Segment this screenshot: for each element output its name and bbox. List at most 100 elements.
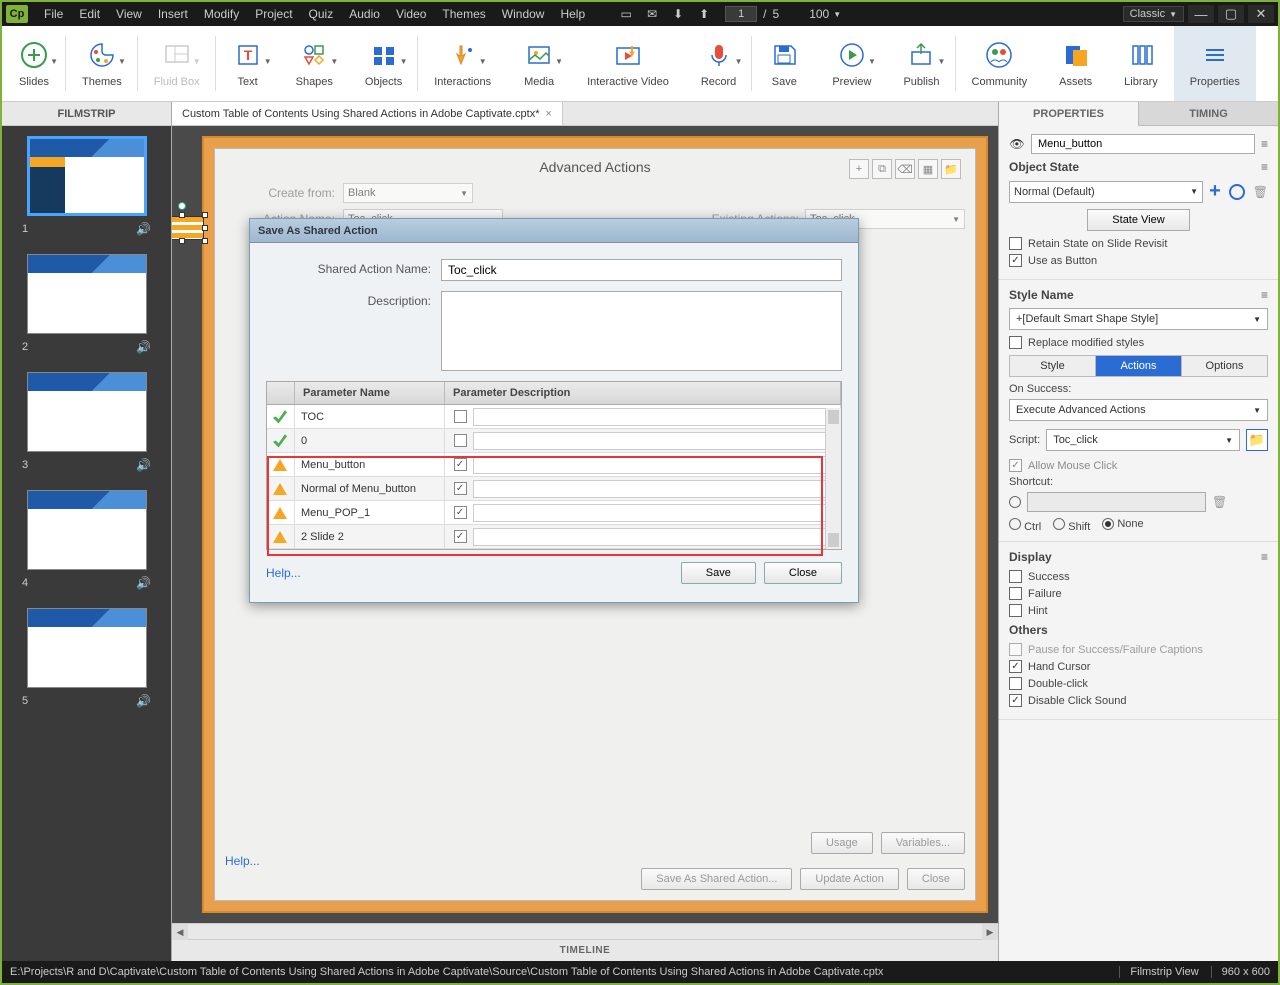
- usage-button[interactable]: Usage: [811, 832, 873, 854]
- param-desc-checkbox[interactable]: ✓: [454, 530, 467, 543]
- param-desc-checkbox[interactable]: ✓: [454, 506, 467, 519]
- menu-modify[interactable]: Modify: [196, 7, 247, 21]
- param-desc-input[interactable]: [473, 408, 834, 426]
- slide-thumb-2[interactable]: 2🔊: [8, 254, 165, 354]
- close-button[interactable]: ✕: [1248, 5, 1274, 23]
- visibility-icon[interactable]: 👁: [1009, 136, 1025, 152]
- shortcut-radio[interactable]: [1009, 496, 1021, 508]
- param-row[interactable]: Menu_button✓: [267, 453, 841, 477]
- shared-help-link[interactable]: Help...: [266, 566, 301, 580]
- section-menu-icon[interactable]: ≡: [1261, 288, 1268, 302]
- param-row[interactable]: 2 Slide 2✓: [267, 525, 841, 549]
- menu-quiz[interactable]: Quiz: [301, 7, 342, 21]
- ribbon-interactions[interactable]: ▼Interactions: [418, 26, 507, 101]
- ribbon-record[interactable]: ▼Record: [685, 26, 752, 101]
- adv-dup-icon[interactable]: ⧉: [872, 159, 892, 179]
- state-view-button[interactable]: State View: [1087, 209, 1189, 231]
- param-row[interactable]: Menu_POP_1✓: [267, 501, 841, 525]
- ribbon-library[interactable]: Library: [1108, 26, 1174, 101]
- state-select[interactable]: Normal (Default)▼: [1009, 181, 1203, 203]
- ribbon-shapes[interactable]: ▼Shapes: [280, 26, 349, 101]
- menu-project[interactable]: Project: [247, 7, 300, 21]
- param-desc-cell[interactable]: ✓: [445, 501, 841, 524]
- menu-edit[interactable]: Edit: [71, 7, 108, 21]
- adv-folder-icon[interactable]: 📁: [941, 159, 961, 179]
- success-checkbox[interactable]: [1009, 570, 1022, 583]
- adv-add-icon[interactable]: +: [849, 159, 869, 179]
- menu-audio[interactable]: Audio: [341, 7, 388, 21]
- param-desc-checkbox[interactable]: ✓: [454, 482, 467, 495]
- section-menu-icon[interactable]: ≡: [1261, 160, 1268, 174]
- style-select[interactable]: +[Default Smart Shape Style]▼: [1009, 308, 1268, 330]
- actions-subtab[interactable]: Actions: [1096, 356, 1182, 376]
- param-row[interactable]: 0: [267, 429, 841, 453]
- ribbon-preview[interactable]: ▼Preview: [816, 26, 887, 101]
- menu-video[interactable]: Video: [388, 7, 434, 21]
- menu-window[interactable]: Window: [494, 7, 553, 21]
- replace-styles-checkbox[interactable]: [1009, 336, 1022, 349]
- options-subtab[interactable]: Options: [1182, 356, 1267, 376]
- menu-help[interactable]: Help: [552, 7, 593, 21]
- rotate-handle[interactable]: [178, 202, 186, 210]
- shortcut-input[interactable]: [1027, 492, 1206, 512]
- create-from-select[interactable]: Blank▼: [343, 183, 473, 203]
- ribbon-themes[interactable]: ▼Themes: [66, 26, 138, 101]
- save-as-shared-button[interactable]: Save As Shared Action...: [641, 868, 792, 890]
- double-click-checkbox[interactable]: [1009, 677, 1022, 690]
- menu-view[interactable]: View: [108, 7, 150, 21]
- filmstrip-body[interactable]: 1🔊 2🔊 3🔊 4🔊 5🔊: [2, 126, 171, 961]
- slide-canvas[interactable]: Advanced Actions + ⧉ ⌫ ▦ 📁 Create from:B…: [202, 136, 988, 913]
- upload-icon[interactable]: ⬆: [693, 5, 715, 23]
- param-desc-checkbox[interactable]: [454, 434, 467, 447]
- param-desc-cell[interactable]: ✓: [445, 477, 841, 500]
- param-desc-checkbox[interactable]: ✓: [454, 458, 467, 471]
- stage[interactable]: Advanced Actions + ⧉ ⌫ ▦ 📁 Create from:B…: [172, 126, 998, 923]
- ctrl-radio[interactable]: Ctrl: [1009, 518, 1041, 533]
- ribbon-interactive-video[interactable]: Interactive Video: [571, 26, 685, 101]
- reset-state-icon[interactable]: [1229, 184, 1245, 200]
- ribbon-community[interactable]: Community: [956, 26, 1044, 101]
- ribbon-text[interactable]: T▼Text: [216, 26, 280, 101]
- param-desc-cell[interactable]: [445, 405, 841, 428]
- shift-radio[interactable]: Shift: [1053, 518, 1090, 533]
- ribbon-properties[interactable]: Properties: [1174, 26, 1256, 101]
- properties-tab[interactable]: PROPERTIES: [999, 102, 1139, 126]
- adv-grid-icon[interactable]: ▦: [918, 159, 938, 179]
- script-select[interactable]: Toc_click▼: [1046, 429, 1240, 451]
- disable-sound-checkbox[interactable]: [1009, 694, 1022, 707]
- param-desc-cell[interactable]: ✓: [445, 453, 841, 476]
- param-desc-input[interactable]: [473, 480, 834, 498]
- hand-cursor-checkbox[interactable]: [1009, 660, 1022, 673]
- ribbon-media[interactable]: ▼Media: [507, 26, 571, 101]
- adv-del-icon[interactable]: ⌫: [895, 159, 915, 179]
- slide-thumb-5[interactable]: 5🔊: [8, 608, 165, 708]
- shared-name-input[interactable]: [441, 259, 842, 281]
- ribbon-objects[interactable]: ▼Objects: [349, 26, 418, 101]
- shared-desc-input[interactable]: [441, 291, 842, 371]
- shared-save-button[interactable]: Save: [681, 562, 756, 584]
- workspace-layout-select[interactable]: Classic ▼: [1123, 6, 1184, 22]
- maximize-button[interactable]: ▢: [1218, 5, 1244, 23]
- menu-file[interactable]: File: [36, 7, 71, 21]
- ribbon-slides[interactable]: ▼Slides: [2, 26, 66, 101]
- failure-checkbox[interactable]: [1009, 587, 1022, 600]
- add-state-icon[interactable]: +: [1209, 180, 1221, 203]
- close-tab-icon[interactable]: ×: [546, 108, 552, 120]
- caption-icon[interactable]: ▭: [615, 5, 637, 23]
- slide-thumb-4[interactable]: 4🔊: [8, 490, 165, 590]
- download-icon[interactable]: ⬇: [667, 5, 689, 23]
- slide-thumb-3[interactable]: 3🔊: [8, 372, 165, 472]
- selected-object-handles[interactable]: [172, 208, 212, 248]
- none-radio[interactable]: None: [1102, 518, 1143, 533]
- stage-hscroll[interactable]: ◀▶: [172, 923, 998, 939]
- section-menu-icon[interactable]: ≡: [1261, 550, 1268, 564]
- param-desc-input[interactable]: [473, 456, 834, 474]
- on-success-select[interactable]: Execute Advanced Actions▼: [1009, 399, 1268, 421]
- menu-themes[interactable]: Themes: [434, 7, 493, 21]
- ribbon-save[interactable]: Save: [752, 26, 816, 101]
- script-browse-button[interactable]: 📁: [1246, 429, 1268, 451]
- shared-close-button[interactable]: Close: [764, 562, 842, 584]
- param-desc-checkbox[interactable]: [454, 410, 467, 423]
- clear-shortcut-icon[interactable]: 🗑: [1212, 495, 1227, 509]
- style-subtab[interactable]: Style: [1010, 356, 1096, 376]
